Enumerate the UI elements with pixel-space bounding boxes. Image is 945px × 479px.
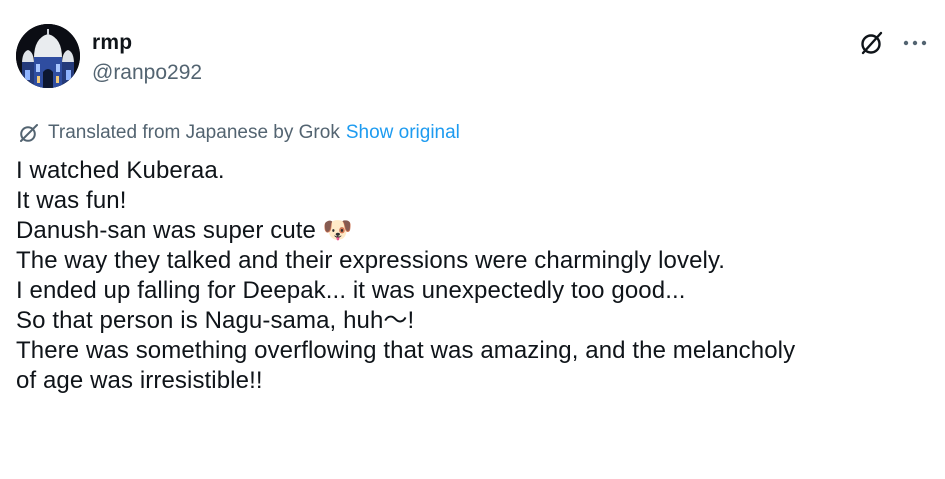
post-line: The way they talked and their expression… — [16, 247, 726, 274]
post-line: It was fun! — [16, 187, 127, 214]
post-line: So that person is Nagu-sama, huh〜! — [16, 307, 415, 334]
grok-icon[interactable] — [859, 30, 885, 56]
post-line: I watched Kuberaa. — [16, 157, 225, 184]
avatar-image — [16, 24, 80, 88]
post-line: I ended up falling for Deepak... it was … — [16, 277, 686, 304]
translation-label: Translated from Japanese by Grok — [48, 122, 340, 143]
post-line: There was something overflowing that was… — [16, 337, 796, 364]
display-name[interactable]: rmp — [92, 30, 202, 56]
post-text: I watched Kuberaa. It was fun! Danush-sa… — [16, 156, 931, 396]
more-icon[interactable] — [903, 39, 927, 47]
top-actions — [859, 30, 927, 56]
user-handle[interactable]: @ranpo292 — [92, 60, 202, 86]
post-line: Danush-san was super cute 🐶 — [16, 217, 353, 244]
grok-icon — [18, 122, 40, 144]
translation-bar: Translated from Japanese by Grok Show or… — [18, 121, 460, 145]
tweet-card: rmp @ranpo292 Translated from Japanese b… — [0, 0, 945, 479]
author-info: rmp @ranpo292 — [92, 30, 202, 86]
post-line: of age was irresistible!! — [16, 367, 263, 394]
avatar[interactable] — [16, 24, 80, 88]
show-original-link[interactable]: Show original — [346, 121, 460, 145]
